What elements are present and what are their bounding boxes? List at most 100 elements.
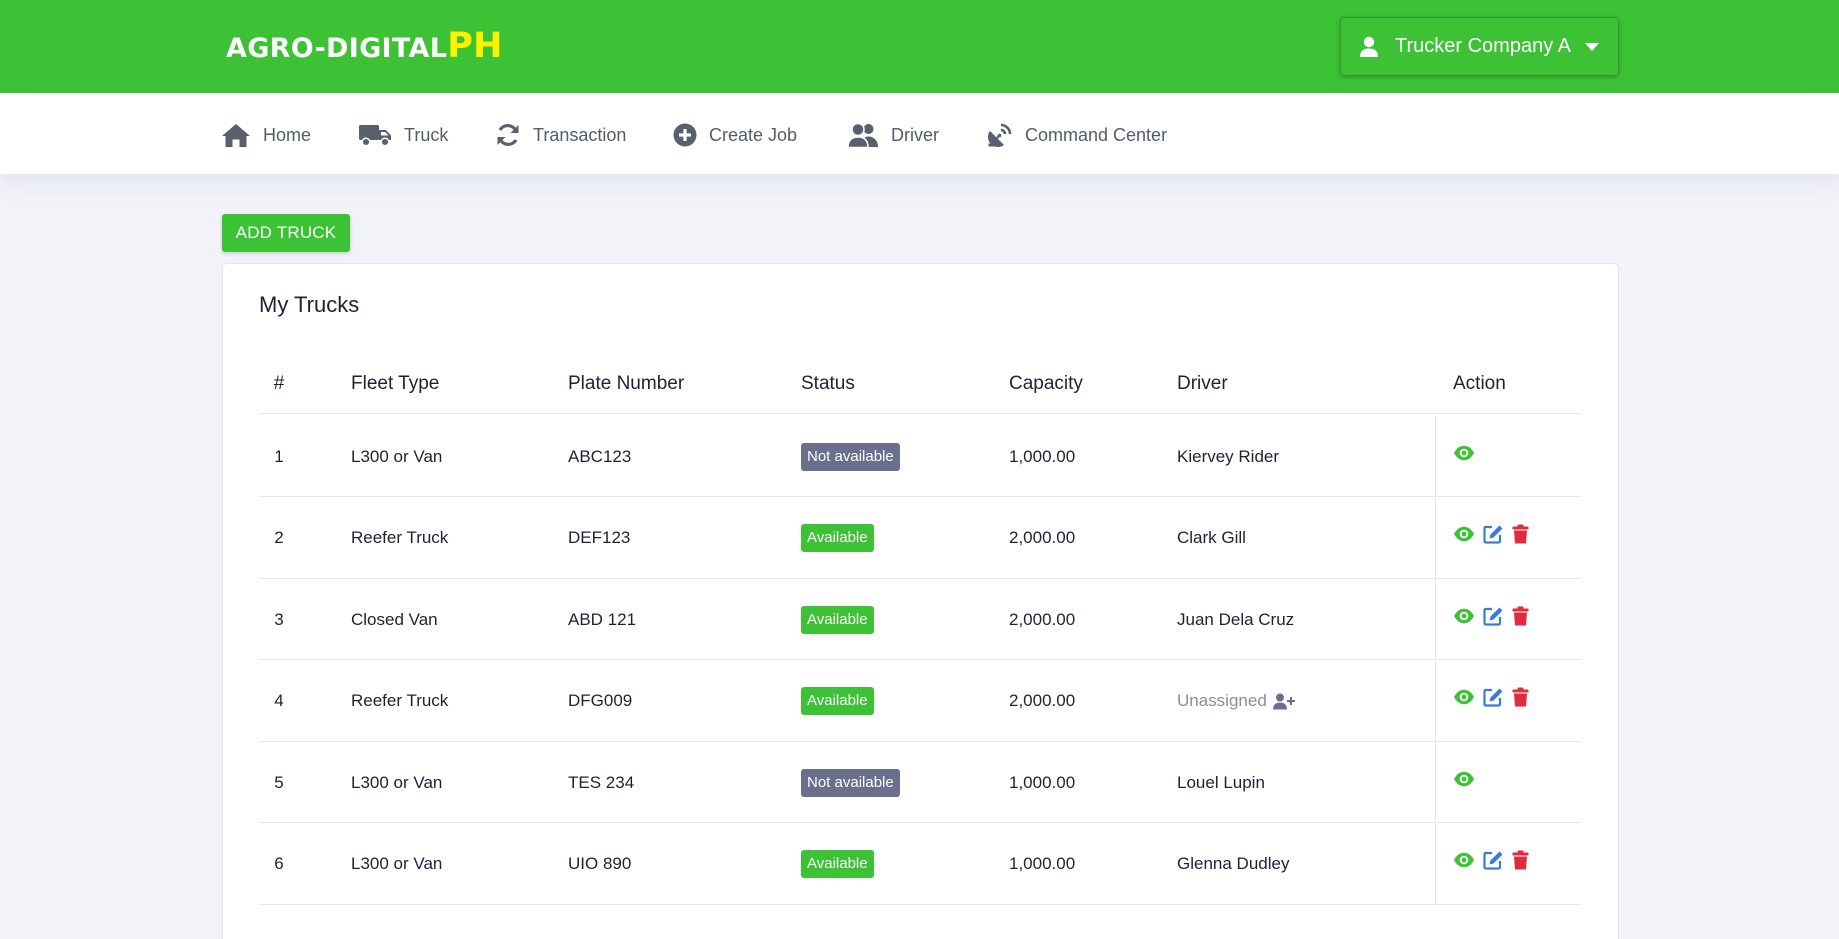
row-actions (1453, 687, 1529, 707)
truck-icon (359, 125, 391, 147)
brand-logo[interactable]: AGRO-DIGITALPH (226, 26, 503, 66)
row-number: 3 (274, 609, 284, 629)
driver-name: Kiervey Rider (1177, 446, 1280, 466)
top-bar: AGRO-DIGITALPH Trucker Company A (0, 0, 1839, 93)
action-column-divider (1435, 579, 1436, 659)
column-header: Capacity (1009, 373, 1083, 394)
fleet-type: L300 or Van (351, 772, 443, 792)
status-badge: Not available (801, 442, 900, 471)
status-cell: Not available (801, 416, 900, 497)
user-icon (1360, 36, 1378, 57)
plate-number: DEF123 (568, 528, 631, 547)
nav-label: Transaction (533, 124, 627, 145)
plate-number: TES 234 (568, 772, 635, 792)
action-cell (1453, 498, 1529, 579)
edit-icon[interactable] (1483, 524, 1504, 544)
view-icon[interactable] (1453, 608, 1475, 624)
nav-label: Home (263, 124, 312, 145)
row-number: 5 (274, 772, 284, 792)
row-actions (1453, 524, 1529, 544)
delete-icon[interactable] (1512, 524, 1529, 544)
row-number: 1 (274, 446, 284, 466)
user-menu-button[interactable]: Trucker Company A (1340, 17, 1619, 76)
delete-icon[interactable] (1512, 687, 1529, 707)
table-row: 4 Reefer Truck DFG009 Available 2,000.00 Unas… (259, 660, 1581, 742)
driver-cell: Juan Dela Cruz (1177, 579, 1294, 660)
assign-driver-icon[interactable] (1272, 693, 1295, 710)
status-cell: Available (801, 498, 874, 579)
logo-suffix: PH (447, 26, 503, 66)
view-icon[interactable] (1453, 771, 1475, 787)
driver-cell: Louel Lupin (1177, 742, 1265, 823)
row-number: 2 (274, 528, 284, 547)
column-header: Plate Number (568, 373, 685, 394)
sync-icon (497, 124, 519, 146)
edit-icon[interactable] (1483, 850, 1504, 870)
row-number: 6 (274, 854, 284, 873)
plate-number: DFG009 (568, 691, 633, 710)
view-icon[interactable] (1453, 852, 1475, 868)
driver-name: Unassigned (1177, 691, 1267, 710)
capacity: 2,000.00 (1009, 691, 1076, 710)
view-icon[interactable] (1453, 526, 1475, 542)
nav-item-transaction[interactable]: Transaction (495, 120, 626, 150)
table-row: 6 L300 or Van UIO 890 Available 1,000.00 Glen… (259, 823, 1581, 905)
nav-item-command-center[interactable]: Command Center (987, 120, 1167, 150)
action-cell (1453, 661, 1529, 742)
add-truck-button[interactable]: ADD TRUCK (222, 214, 350, 252)
status-badge: Available (801, 850, 874, 878)
driver-cell: Kiervey Rider (1177, 416, 1279, 497)
action-column-divider (1435, 497, 1436, 578)
action-cell (1453, 579, 1529, 660)
column-header: # (273, 373, 285, 394)
user-menu-label: Trucker Company A (1395, 35, 1571, 57)
fleet-type: Closed Van (351, 609, 438, 629)
action-cell (1453, 824, 1529, 905)
capacity: 1,000.00 (1009, 854, 1076, 873)
action-cell (1453, 416, 1475, 497)
fleet-type: L300 or Van (351, 854, 443, 873)
delete-icon[interactable] (1512, 850, 1529, 870)
action-column-divider (1435, 742, 1436, 822)
nav-label: Create Job (709, 124, 798, 145)
row-actions (1453, 850, 1529, 870)
status-badge: Available (801, 524, 874, 552)
unassigned-driver: Unassigned (1177, 691, 1295, 711)
nav-label: Command Center (1025, 124, 1168, 145)
table-row: 1 L300 or Van ABC123 Not available 1,000.00 K… (259, 416, 1581, 497)
capacity: 2,000.00 (1009, 609, 1076, 629)
row-number: 4 (274, 691, 284, 710)
row-actions (1453, 771, 1475, 787)
trucks-card: My Trucks # Fleet Type Plate Number Stat… (222, 263, 1619, 939)
delete-icon[interactable] (1512, 606, 1529, 626)
nav-item-home[interactable]: Home (221, 120, 311, 150)
status-cell: Not available (801, 742, 900, 823)
table-header: # Fleet Type Plate Number Status Capacit… (259, 354, 1581, 414)
capacity: 1,000.00 (1009, 446, 1076, 466)
nav-item-truck[interactable]: Truck (358, 120, 448, 150)
edit-icon[interactable] (1483, 606, 1504, 626)
driver-cell: Clark Gill (1177, 498, 1246, 579)
column-header: Status (801, 373, 855, 394)
view-icon[interactable] (1453, 445, 1475, 461)
column-header: Driver (1177, 373, 1228, 394)
nav-item-driver[interactable]: Driver (847, 120, 939, 150)
edit-icon[interactable] (1483, 687, 1504, 707)
fleet-type: Reefer Truck (351, 691, 449, 710)
home-icon (222, 124, 250, 147)
status-cell: Available (801, 579, 874, 660)
action-cell (1453, 742, 1475, 823)
nav-item-create-job[interactable]: Create Job (673, 120, 797, 150)
driver-name: Juan Dela Cruz (1177, 609, 1295, 629)
column-header: Action (1453, 373, 1506, 394)
chevron-down-icon (1585, 42, 1599, 51)
driver-name: Clark Gill (1177, 528, 1246, 547)
column-header: Fleet Type (351, 373, 440, 394)
fleet-type: L300 or Van (351, 446, 443, 466)
row-actions (1453, 445, 1475, 461)
status-badge: Not available (801, 768, 900, 797)
plate-number: ABD 121 (568, 609, 637, 629)
driver-cell: Unassigned (1177, 661, 1295, 742)
driver-name: Louel Lupin (1177, 772, 1265, 792)
view-icon[interactable] (1453, 689, 1475, 705)
